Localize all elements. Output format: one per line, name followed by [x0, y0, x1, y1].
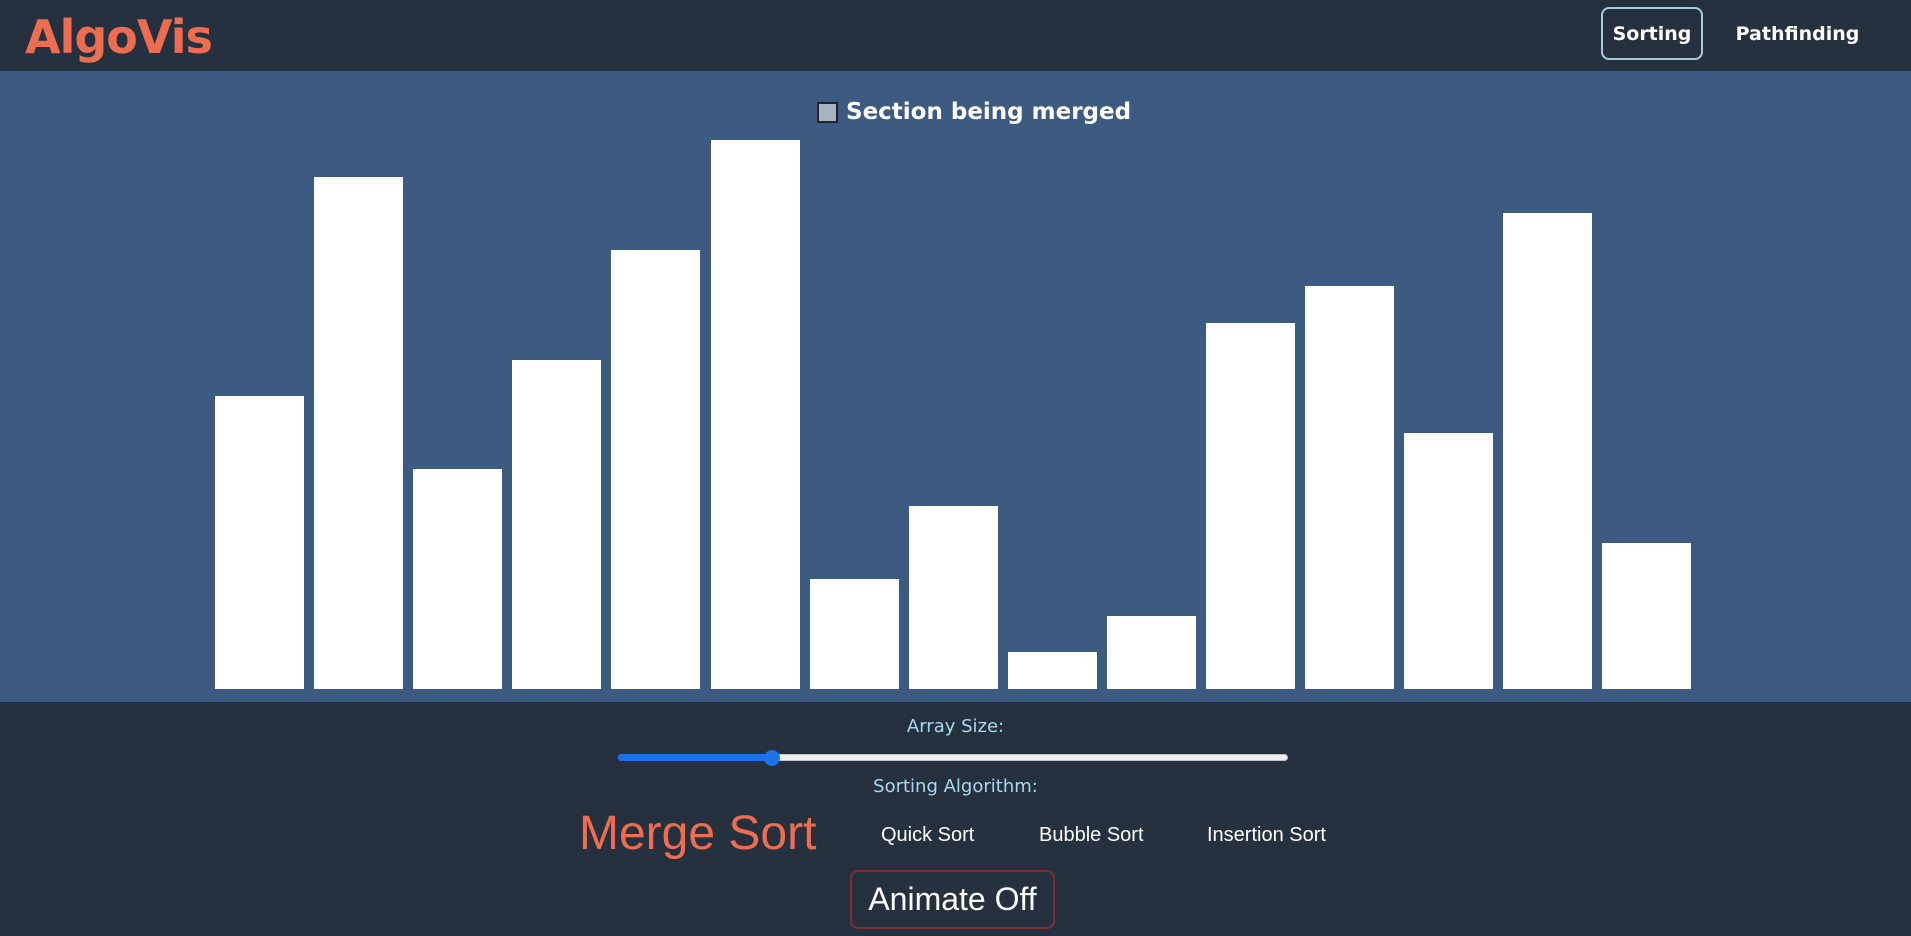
- slider-fill: [618, 754, 773, 761]
- bar-12: [1404, 432, 1494, 689]
- bar-10: [1206, 323, 1295, 689]
- bar-5: [710, 140, 800, 689]
- bar-1: [314, 176, 404, 689]
- bar-14: [1602, 542, 1692, 689]
- array-size-label: Array Size:: [906, 716, 1005, 737]
- visualization-area: Section being merged: [0, 71, 1911, 702]
- bar-container: [0, 71, 1911, 702]
- bar-13: [1503, 213, 1593, 689]
- algo-quick-sort[interactable]: Quick Sort: [881, 824, 974, 847]
- bar-3: [512, 359, 602, 689]
- app-header: AlgoVis Sorting Pathfinding: [0, 0, 1911, 71]
- bar-8: [1007, 652, 1097, 689]
- bar-6: [809, 579, 899, 689]
- sorting-algorithm-label: Sorting Algorithm:: [873, 776, 1038, 797]
- bar-11: [1305, 286, 1395, 689]
- bar-9: [1106, 615, 1196, 689]
- algo-bubble-sort[interactable]: Bubble Sort: [1039, 824, 1144, 847]
- slider-thumb[interactable]: [764, 750, 781, 766]
- nav-sorting[interactable]: Sorting: [1601, 7, 1703, 60]
- bar-0: [215, 396, 304, 689]
- controls-panel: Array Size: Sorting Algorithm: Merge Sor…: [0, 702, 1911, 936]
- bar-4: [611, 249, 701, 689]
- nav-pathfinding[interactable]: Pathfinding: [1725, 7, 1870, 60]
- algo-merge-sort[interactable]: Merge Sort: [579, 806, 816, 861]
- algo-insertion-sort[interactable]: Insertion Sort: [1207, 824, 1326, 847]
- array-size-slider[interactable]: [618, 750, 1288, 766]
- animate-toggle-button[interactable]: Animate Off: [850, 870, 1055, 929]
- bar-7: [908, 506, 998, 689]
- bar-2: [413, 469, 503, 689]
- app-logo[interactable]: AlgoVis: [25, 10, 213, 64]
